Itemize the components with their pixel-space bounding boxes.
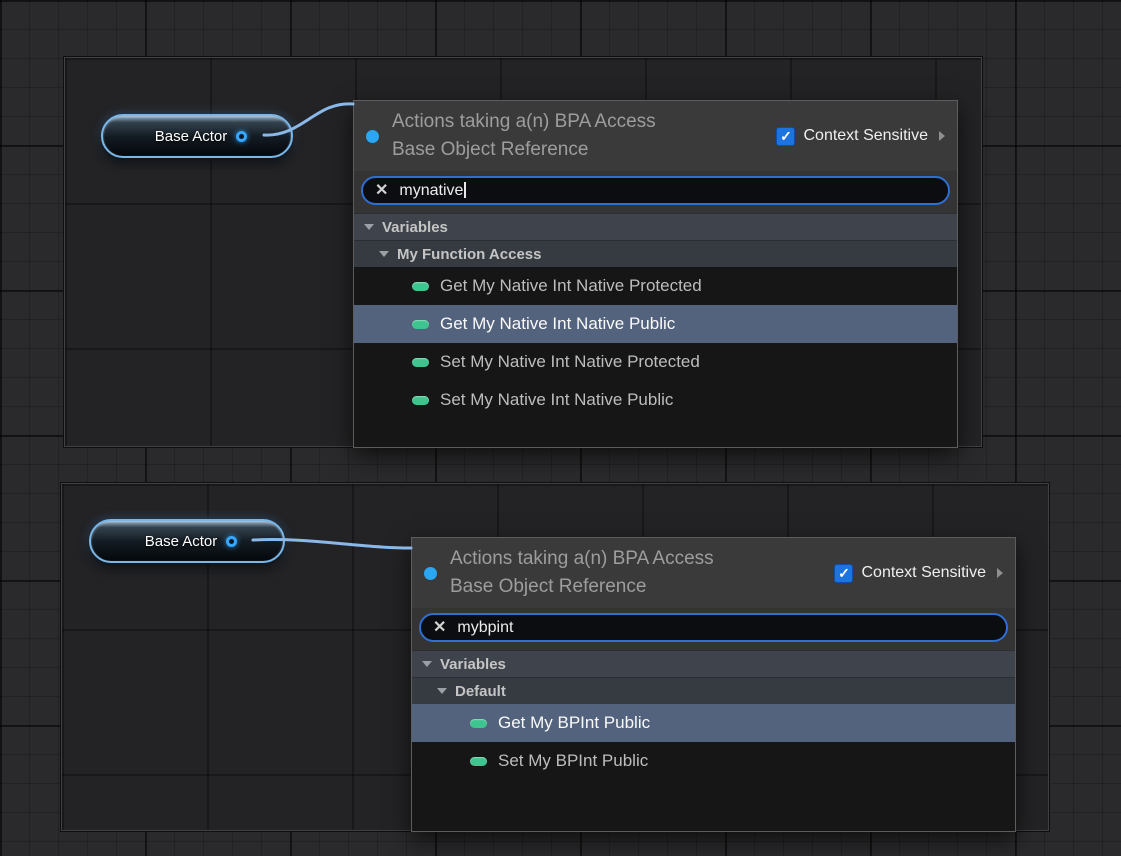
search-value: mynative (399, 182, 466, 200)
context-sensitive-group: ✓ Context Sensitive (776, 127, 945, 146)
category-my-function-access[interactable]: My Function Access (354, 240, 957, 267)
menu-title: Actions taking a(n) BPA Access Base Obje… (366, 108, 776, 163)
search-input[interactable]: ✕ mynative (361, 176, 950, 205)
menu-title-text: Actions taking a(n) BPA Access Base Obje… (450, 545, 714, 600)
action-menu-top: Actions taking a(n) BPA Access Base Obje… (353, 100, 958, 448)
graph-canvas[interactable]: Base Actor Actions taking a(n) BPA Acces… (0, 0, 1121, 856)
collapse-triangle-icon (364, 224, 374, 230)
object-output-pin[interactable] (226, 536, 237, 547)
node-label: Base Actor (145, 533, 218, 550)
menu-header: Actions taking a(n) BPA Access Base Obje… (412, 538, 1015, 608)
list-item[interactable]: Set My Native Int Native Protected (354, 343, 957, 381)
variable-pill-icon (412, 358, 429, 367)
menu-title: Actions taking a(n) BPA Access Base Obje… (424, 545, 834, 600)
collapse-triangle-icon (379, 251, 389, 257)
item-label: Set My BPInt Public (498, 751, 648, 771)
text-caret (464, 182, 466, 198)
clear-search-icon[interactable]: ✕ (433, 620, 446, 636)
category-label: Default (455, 683, 506, 700)
category-label: My Function Access (397, 246, 541, 263)
variable-pill-icon (470, 757, 487, 766)
category-variables[interactable]: Variables (412, 650, 1015, 677)
search-value: mybpint (457, 619, 513, 637)
base-actor-node[interactable]: Base Actor (89, 519, 285, 563)
list-filler (412, 780, 1015, 831)
context-sensitive-checkbox[interactable]: ✓ (776, 127, 795, 146)
list-item-selected[interactable]: Get My BPInt Public (412, 704, 1015, 742)
action-list: Variables Default Get My BPInt Public Se… (412, 650, 1015, 831)
list-item[interactable]: Get My Native Int Native Protected (354, 267, 957, 305)
object-reference-dot-icon (366, 130, 379, 143)
menu-header: Actions taking a(n) BPA Access Base Obje… (354, 101, 957, 171)
context-sensitive-group: ✓ Context Sensitive (834, 564, 1003, 583)
item-label: Get My Native Int Native Protected (440, 276, 702, 296)
search-row: ✕ mybpint (412, 608, 1015, 650)
context-sensitive-label: Context Sensitive (803, 127, 928, 145)
variable-pill-icon (412, 282, 429, 291)
list-item[interactable]: Set My BPInt Public (412, 742, 1015, 780)
menu-title-line2: Base Object Reference (450, 573, 714, 601)
category-label: Variables (440, 656, 506, 673)
object-reference-dot-icon (424, 567, 437, 580)
category-default[interactable]: Default (412, 677, 1015, 704)
search-row: ✕ mynative (354, 171, 957, 213)
comment-box-bottom[interactable]: Base Actor Actions taking a(n) BPA Acces… (61, 483, 1049, 831)
expand-arrow-icon[interactable] (997, 568, 1003, 578)
menu-title-text: Actions taking a(n) BPA Access Base Obje… (392, 108, 656, 163)
search-input[interactable]: ✕ mybpint (419, 613, 1008, 642)
collapse-triangle-icon (437, 688, 447, 694)
menu-title-line2: Base Object Reference (392, 136, 656, 164)
node-label: Base Actor (155, 128, 228, 145)
context-sensitive-checkbox[interactable]: ✓ (834, 564, 853, 583)
comment-box-top[interactable]: Base Actor Actions taking a(n) BPA Acces… (64, 57, 982, 447)
item-label: Get My Native Int Native Public (440, 314, 675, 334)
list-filler (354, 419, 957, 447)
menu-title-line1: Actions taking a(n) BPA Access (392, 108, 656, 136)
item-label: Set My Native Int Native Public (440, 390, 673, 410)
list-item-selected[interactable]: Get My Native Int Native Public (354, 305, 957, 343)
context-sensitive-label: Context Sensitive (861, 564, 986, 582)
collapse-triangle-icon (422, 661, 432, 667)
menu-title-line1: Actions taking a(n) BPA Access (450, 545, 714, 573)
variable-pill-icon (412, 320, 429, 329)
list-item[interactable]: Set My Native Int Native Public (354, 381, 957, 419)
expand-arrow-icon[interactable] (939, 131, 945, 141)
variable-pill-icon (470, 719, 487, 728)
variable-pill-icon (412, 396, 429, 405)
clear-search-icon[interactable]: ✕ (375, 183, 388, 199)
category-variables[interactable]: Variables (354, 213, 957, 240)
category-label: Variables (382, 219, 448, 236)
action-list: Variables My Function Access Get My Nati… (354, 213, 957, 447)
base-actor-node[interactable]: Base Actor (101, 114, 293, 158)
action-menu-bottom: Actions taking a(n) BPA Access Base Obje… (411, 537, 1016, 832)
item-label: Set My Native Int Native Protected (440, 352, 700, 372)
object-output-pin[interactable] (236, 131, 247, 142)
item-label: Get My BPInt Public (498, 713, 650, 733)
